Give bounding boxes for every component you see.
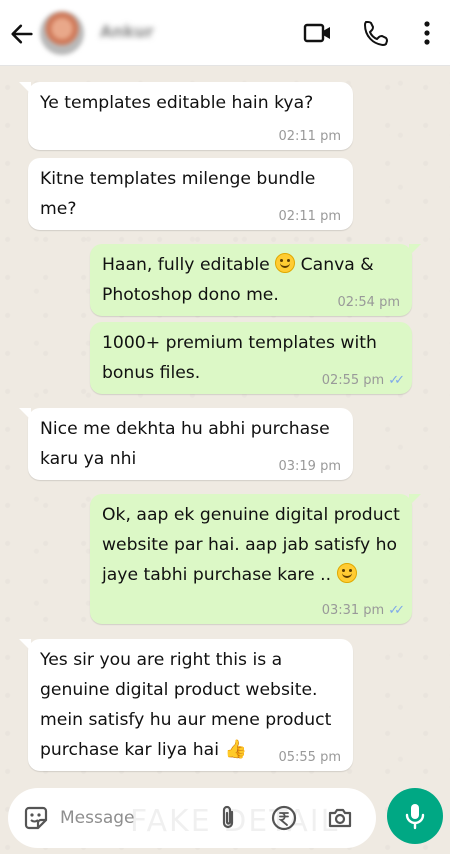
video-camera-icon[interactable] <box>303 18 333 48</box>
smiling-face-emoji-icon <box>336 563 357 583</box>
back-arrow-icon[interactable] <box>8 20 36 48</box>
message-text-line: Ok, aap ek genuine digital product <box>102 505 400 525</box>
chat-header: Ankur <box>0 0 450 66</box>
smiling-face-emoji-icon <box>275 253 296 273</box>
bubble-tail <box>19 82 31 94</box>
bubble-tail <box>409 494 421 506</box>
thumbs-up-emoji-icon: 👍 <box>224 739 247 760</box>
message-bubble-incoming[interactable]: Kitne templates milenge bundle me? 02:11… <box>28 158 353 230</box>
message-text-line: jaye tabhi purchase kare .. <box>102 560 400 590</box>
message-text-line: 1000+ premium templates with <box>102 333 377 353</box>
message-text-line: Haan, fully editable Canva & <box>102 253 374 275</box>
phone-icon[interactable] <box>361 18 391 48</box>
message-bubble-outgoing[interactable]: Haan, fully editable Canva & Photoshop d… <box>90 244 421 316</box>
contact-name[interactable]: Ankur <box>100 22 154 41</box>
message-text-line: genuine digital product website. <box>40 680 318 700</box>
bubble-tail <box>409 244 421 256</box>
bubble-tail <box>19 639 31 651</box>
watermark: FAKE DETAIL <box>130 804 340 839</box>
bubble-tail <box>19 408 31 420</box>
message-bubble-incoming[interactable]: Nice me dekhta hu abhi purchase karu ya … <box>19 408 353 480</box>
message-text-line: website par hai. aap jab satisfy ho <box>102 535 398 555</box>
message-time: 03:19 pm <box>278 459 341 474</box>
message-time: 02:55 pm ✓✓ <box>321 373 405 388</box>
kebab-menu-icon[interactable] <box>412 18 442 48</box>
message-time: 02:54 pm <box>337 295 400 310</box>
message-text: Ye templates editable hain kya? <box>40 93 314 113</box>
message-time: 02:11 pm <box>278 129 341 144</box>
message-bubble-incoming[interactable]: Ye templates editable hain kya? 02:11 pm <box>19 82 353 150</box>
read-ticks-icon: ✓✓ <box>388 603 405 618</box>
message-time: 02:11 pm <box>278 209 341 224</box>
sticker-icon[interactable] <box>22 804 50 832</box>
message-text-line: mein satisfy hu aur mene product <box>40 710 332 730</box>
message-time: 05:55 pm <box>278 750 341 765</box>
message-input-placeholder[interactable]: Message <box>60 808 135 828</box>
message-text-line: Yes sir you are right this is a <box>40 650 283 670</box>
message-time: 03:31 pm ✓✓ <box>321 603 405 618</box>
message-bubble-incoming[interactable]: Yes sir you are right this is a genuine … <box>19 639 353 771</box>
message-text-line: Kitne templates milenge bundle <box>40 169 316 189</box>
microphone-button[interactable] <box>387 788 443 844</box>
message-bubble-outgoing[interactable]: Ok, aap ek genuine digital product websi… <box>90 494 421 624</box>
avatar[interactable] <box>40 11 84 55</box>
read-ticks-icon: ✓✓ <box>388 373 405 388</box>
message-text-line: Nice me dekhta hu abhi purchase <box>40 419 330 439</box>
microphone-icon <box>405 804 425 830</box>
message-bubble-outgoing[interactable]: 1000+ premium templates with bonus files… <box>90 322 412 394</box>
